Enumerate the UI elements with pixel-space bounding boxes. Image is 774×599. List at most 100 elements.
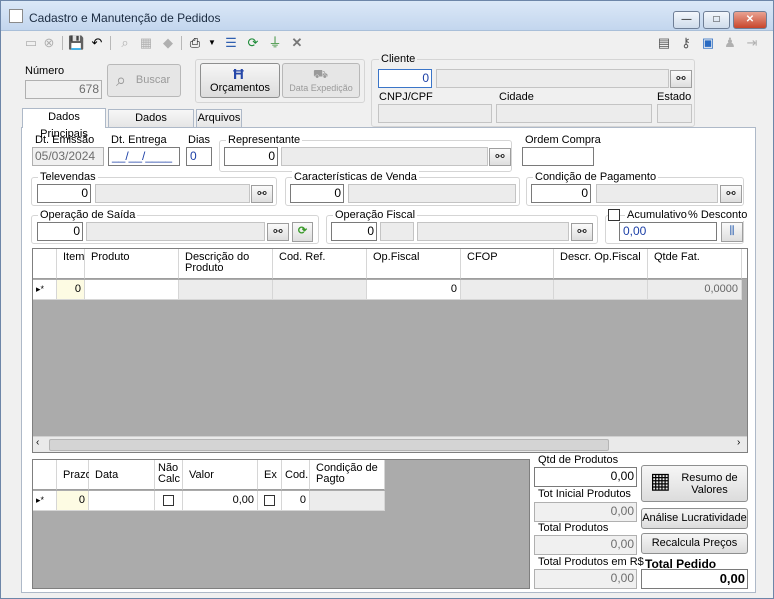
orcamentos-button[interactable]: Ħ Orçamentos (200, 63, 280, 98)
search-icon[interactable]: ⌕ (117, 35, 133, 51)
eraser-icon[interactable]: ◆ (160, 35, 176, 51)
pay-cell-nao-calc[interactable] (155, 491, 183, 511)
delete-icon[interactable]: ⊗ (41, 35, 57, 51)
undo-icon[interactable]: ↶ (89, 35, 105, 51)
representante-search-button[interactable]: ⚯ (489, 148, 511, 166)
grid-icon[interactable]: ▦ (138, 35, 154, 51)
nao-calc-checkbox[interactable] (163, 494, 174, 506)
pay-cell-ex[interactable] (258, 491, 282, 511)
buscar-button[interactable]: ⌕ Buscar (107, 64, 181, 97)
televendas-search-button[interactable]: ⚯ (251, 185, 273, 203)
analise-lucratividade-button[interactable]: Análise Lucratividade (641, 508, 748, 529)
caracteristicas-code-field[interactable]: 0 (290, 184, 344, 203)
tot-inicial-label: Tot Inicial Produtos (538, 488, 631, 500)
truck-icon: ⛟ (313, 67, 329, 81)
pay-cell-prazo[interactable]: 0 (57, 491, 89, 511)
maximize-button[interactable]: □ (703, 11, 730, 29)
grid-row-marker: ▸* (33, 280, 57, 300)
total-pedido-field[interactable]: 0,00 (641, 569, 748, 589)
close-button[interactable]: ✕ (733, 11, 767, 29)
total-rs-field[interactable]: 0,00 (534, 569, 637, 589)
minimize-button[interactable]: — (673, 11, 700, 29)
operacao-saida-code-field[interactable]: 0 (37, 222, 83, 241)
operacao-saida-search-button[interactable]: ⚯ (267, 223, 289, 241)
operacao-saida-refresh-button[interactable]: ⟳ (292, 222, 313, 242)
pay-header-data[interactable]: Data (89, 460, 155, 490)
tab-dados-adicionais[interactable]: Dados Adicionais (108, 109, 194, 141)
tab-dados-principais[interactable]: Dados Principais (22, 108, 106, 140)
representante-code-field[interactable]: 0 (224, 147, 278, 166)
plug-icon[interactable]: ⏚ (267, 35, 283, 51)
televendas-name-field (95, 184, 250, 203)
grid-header-item[interactable]: Item (57, 249, 85, 279)
window-list-icon[interactable]: ▤ (656, 35, 672, 51)
resumo-valores-button[interactable]: ▦ Resumo de Valores (641, 465, 748, 502)
list-icon[interactable]: ☰ (223, 35, 239, 51)
exit-icon[interactable]: ⇥ (744, 35, 760, 51)
operacao-fiscal-search-button[interactable]: ⚯ (571, 223, 593, 241)
monitor-icon[interactable]: ▣ (700, 35, 716, 51)
tab-arquivos[interactable]: Arquivos (196, 109, 242, 128)
grid-cell-op-fiscal[interactable]: 0 (367, 280, 461, 300)
grid-header-op-fiscal[interactable]: Op.Fiscal (367, 249, 461, 279)
calculator-icon: ▦ (650, 468, 671, 493)
pay-cell-valor[interactable]: 0,00 (183, 491, 258, 511)
cliente-code-field[interactable]: 0 (378, 69, 432, 88)
binoculars-icon: ⚯ (726, 188, 736, 200)
desconto-options-button[interactable]: ⫼ (721, 222, 743, 242)
pay-header-prazo[interactable]: Prazo (57, 460, 92, 490)
pay-header-cod[interactable]: Cod. (282, 460, 310, 490)
pay-cell-data[interactable] (89, 491, 155, 511)
scroll-right-icon[interactable]: › (737, 437, 740, 448)
grid-cell-produto[interactable] (85, 280, 179, 300)
desconto-field[interactable]: 0,00 (619, 222, 717, 241)
dt-emissao-field[interactable]: 05/03/2024 (32, 147, 104, 166)
grid-header-descr-op-fiscal[interactable]: Descr. Op.Fiscal (554, 249, 648, 279)
cidade-label: Cidade (499, 91, 534, 103)
data-expedicao-button[interactable]: ⛟ Data Expedição (282, 63, 360, 98)
grid-cell-item[interactable]: 0 (57, 280, 85, 300)
grid-header-qtde-fat[interactable]: Qtde Fat. (648, 249, 742, 279)
print-icon[interactable]: ⎙ (187, 35, 203, 51)
pay-header-ex[interactable]: Ex (258, 460, 282, 490)
user-icon[interactable]: ♟ (722, 35, 738, 51)
tot-inicial-field[interactable]: 0,00 (534, 502, 637, 522)
grid-header-cod-ref[interactable]: Cod. Ref. (273, 249, 367, 279)
grid-header-descricao[interactable]: Descrição do Produto (179, 249, 273, 279)
pay-header-nao-calc[interactable]: Não Calc (155, 460, 183, 490)
items-grid-hscrollbar[interactable]: ‹ › (33, 436, 747, 452)
televendas-code-field[interactable]: 0 (37, 184, 91, 203)
cancel-icon[interactable]: ✕ (289, 35, 305, 51)
scroll-thumb[interactable] (49, 439, 609, 451)
pay-header-condicao[interactable]: Condição de Pagto (310, 460, 385, 490)
ex-checkbox[interactable] (264, 494, 275, 506)
key-icon[interactable]: ⚷ (678, 35, 694, 51)
ordem-compra-field[interactable] (522, 147, 594, 166)
refresh-icon[interactable]: ⟳ (245, 35, 261, 51)
condicao-pagamento-code-field[interactable]: 0 (531, 184, 591, 203)
numero-field[interactable]: 678 (25, 80, 102, 99)
cliente-search-button[interactable]: ⚯ (670, 70, 692, 88)
condicao-search-button[interactable]: ⚯ (720, 185, 742, 203)
title-bar: Cadastro e Manutenção de Pedidos — □ ✕ (1, 1, 773, 31)
operacao-fiscal-code-field[interactable]: 0 (331, 222, 377, 241)
grid-cell-cod-ref (273, 280, 367, 300)
total-produtos-field[interactable]: 0,00 (534, 535, 637, 555)
cidade-field (496, 104, 652, 123)
grid-header-cfop[interactable]: CFOP (461, 249, 554, 279)
grid-cell-qtde-fat[interactable]: 0,0000 (648, 280, 742, 300)
dias-field[interactable]: 0 (186, 147, 212, 166)
recalcula-precos-button[interactable]: Recalcula Preços (641, 533, 748, 554)
caracteristicas-label: Características de Venda (292, 171, 419, 183)
chevron-down-icon[interactable]: ▼ (204, 35, 220, 51)
qtd-produtos-field[interactable]: 0,00 (534, 467, 637, 487)
save-icon[interactable]: 💾 (68, 35, 84, 51)
acumulativo-checkbox[interactable] (608, 209, 620, 221)
grid-header-produto[interactable]: Produto (85, 249, 179, 279)
pay-header-valor[interactable]: Valor (183, 460, 258, 490)
new-icon[interactable]: ▭ (23, 35, 39, 51)
scroll-left-icon[interactable]: ‹ (36, 437, 39, 448)
dt-entrega-field[interactable]: __/__/____ (108, 147, 180, 166)
pay-header-corner (33, 460, 57, 490)
pay-cell-cod[interactable]: 0 (282, 491, 310, 511)
